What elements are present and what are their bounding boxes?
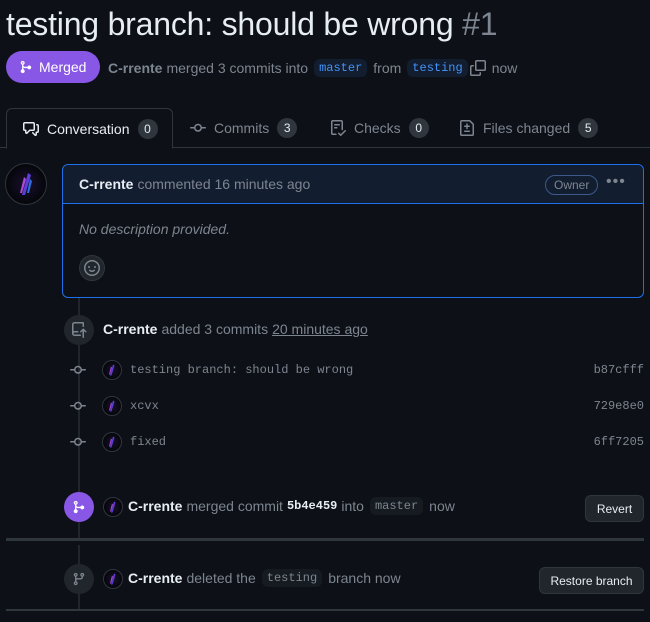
tab-conversation-label: Conversation bbox=[47, 120, 130, 137]
avatar-image bbox=[109, 364, 115, 376]
tab-files-changed-label: Files changed bbox=[483, 120, 571, 136]
merge-event-time: now bbox=[429, 498, 455, 514]
avatar-image bbox=[110, 501, 116, 513]
avatar-image bbox=[110, 573, 116, 585]
avatar-image bbox=[109, 436, 115, 448]
commit-avatar bbox=[102, 360, 122, 380]
copy-icon[interactable] bbox=[469, 60, 486, 76]
delete-event-action: deleted the bbox=[186, 570, 256, 586]
head-branch-label[interactable]: testing bbox=[407, 59, 468, 77]
tab-checks[interactable]: Checks 0 bbox=[330, 108, 429, 148]
merge-event: C-rrente merged commit 5b4e459 into mast… bbox=[128, 497, 455, 515]
tab-files-changed-count: 5 bbox=[578, 118, 599, 138]
pr-meta: C-rrente merged 3 commits into master fr… bbox=[108, 59, 517, 77]
kebab-menu-icon[interactable]: ••• bbox=[606, 173, 626, 191]
commit-sha[interactable]: 6ff7205 bbox=[594, 435, 644, 449]
merge-event-action: merged commit bbox=[186, 498, 283, 514]
merge-event-into: into bbox=[341, 498, 364, 514]
merge-icon bbox=[20, 60, 32, 74]
commit-avatar bbox=[102, 396, 122, 416]
comment-action: commented 16 minutes ago bbox=[137, 176, 311, 192]
delete-event-avatar[interactable] bbox=[103, 569, 123, 589]
avatar-image bbox=[109, 400, 115, 412]
tab-checks-count: 0 bbox=[408, 118, 429, 138]
commit-message[interactable]: xcvx bbox=[130, 399, 159, 413]
deleted-branch-label[interactable]: testing bbox=[261, 569, 323, 587]
comment-author-avatar[interactable] bbox=[5, 163, 47, 205]
pr-author-link[interactable]: C-rrente bbox=[108, 60, 162, 76]
commits-added-event: C-rrente added 3 commits 20 minutes ago bbox=[103, 321, 368, 337]
commits-event-author[interactable]: C-rrente bbox=[103, 321, 157, 337]
merged-status-badge: Merged bbox=[6, 51, 100, 83]
tab-files-changed[interactable]: Files changed 5 bbox=[459, 108, 599, 148]
pr-title: testing branch: should be wrong #1 bbox=[6, 6, 498, 43]
commit-row[interactable]: fixed 6ff7205 bbox=[70, 424, 644, 460]
commit-row[interactable]: xcvx 729e8e0 bbox=[70, 388, 644, 424]
commit-row[interactable]: testing branch: should be wrong b87cfff bbox=[70, 352, 644, 388]
timeline-bottom-divider bbox=[6, 609, 644, 611]
tab-commits-count: 3 bbox=[277, 118, 298, 138]
tab-conversation[interactable]: Conversation 0 bbox=[6, 108, 173, 149]
merge-target-branch[interactable]: master bbox=[369, 497, 424, 515]
restore-branch-button[interactable]: Restore branch bbox=[539, 567, 644, 594]
tab-commits-label: Commits bbox=[214, 120, 270, 136]
avatar-image bbox=[20, 173, 32, 195]
comment-header: C-rrente commented 16 minutes ago Owner … bbox=[63, 165, 643, 204]
pr-title-text: testing branch: should be wrong bbox=[6, 6, 454, 42]
comment-author[interactable]: C-rrente bbox=[79, 176, 133, 192]
commit-icon bbox=[190, 123, 206, 132]
commits-event-action: added 3 commits bbox=[161, 321, 269, 337]
merge-commit-sha[interactable]: 5b4e459 bbox=[287, 499, 337, 513]
commits-event-time[interactable]: 20 minutes ago bbox=[272, 321, 368, 337]
checklist-icon bbox=[331, 120, 346, 136]
delete-event-suffix: branch now bbox=[328, 570, 401, 586]
commit-sha[interactable]: b87cfff bbox=[594, 363, 644, 377]
pr-time: now bbox=[491, 60, 518, 76]
comment-body: No description provided. bbox=[79, 221, 230, 237]
pr-number: #1 bbox=[462, 6, 498, 42]
commit-icon bbox=[70, 401, 86, 410]
smiley-icon bbox=[84, 260, 100, 276]
timeline-divider bbox=[6, 538, 644, 541]
tab-conversation-count: 0 bbox=[137, 118, 158, 139]
revert-button[interactable]: Revert bbox=[585, 495, 644, 522]
repo-push-icon bbox=[72, 322, 87, 338]
merge-event-author[interactable]: C-rrente bbox=[128, 498, 182, 514]
commit-message[interactable]: fixed bbox=[130, 435, 166, 449]
base-branch-label[interactable]: master bbox=[314, 59, 368, 77]
file-diff-icon bbox=[460, 120, 474, 136]
commit-icon bbox=[70, 437, 86, 446]
merge-icon bbox=[73, 500, 85, 514]
comment-box: C-rrente commented 16 minutes ago Owner … bbox=[62, 164, 644, 298]
delete-branch-event: C-rrente deleted the testing branch now bbox=[128, 569, 401, 587]
tab-commits[interactable]: Commits 3 bbox=[190, 108, 298, 148]
owner-badge: Owner bbox=[545, 175, 599, 195]
pr-from-text: from bbox=[373, 60, 402, 76]
commit-sha[interactable]: 729e8e0 bbox=[594, 399, 644, 413]
tab-checks-label: Checks bbox=[354, 120, 401, 136]
merge-event-badge bbox=[64, 492, 94, 522]
delete-branch-badge bbox=[64, 564, 94, 594]
git-branch-icon bbox=[73, 572, 85, 586]
conversation-icon bbox=[23, 121, 39, 136]
commit-avatar bbox=[102, 432, 122, 452]
delete-event-author[interactable]: C-rrente bbox=[128, 570, 182, 586]
add-reaction-button[interactable] bbox=[79, 255, 105, 281]
merged-status-label: Merged bbox=[39, 59, 87, 75]
push-event-badge bbox=[64, 315, 94, 345]
pr-tabs: Conversation 0 Commits 3 Checks 0 Files … bbox=[0, 108, 650, 149]
commit-icon bbox=[70, 365, 86, 374]
commit-message[interactable]: testing branch: should be wrong bbox=[130, 363, 353, 377]
pr-merged-text: merged 3 commits into bbox=[166, 60, 309, 76]
merge-event-avatar[interactable] bbox=[103, 497, 123, 517]
